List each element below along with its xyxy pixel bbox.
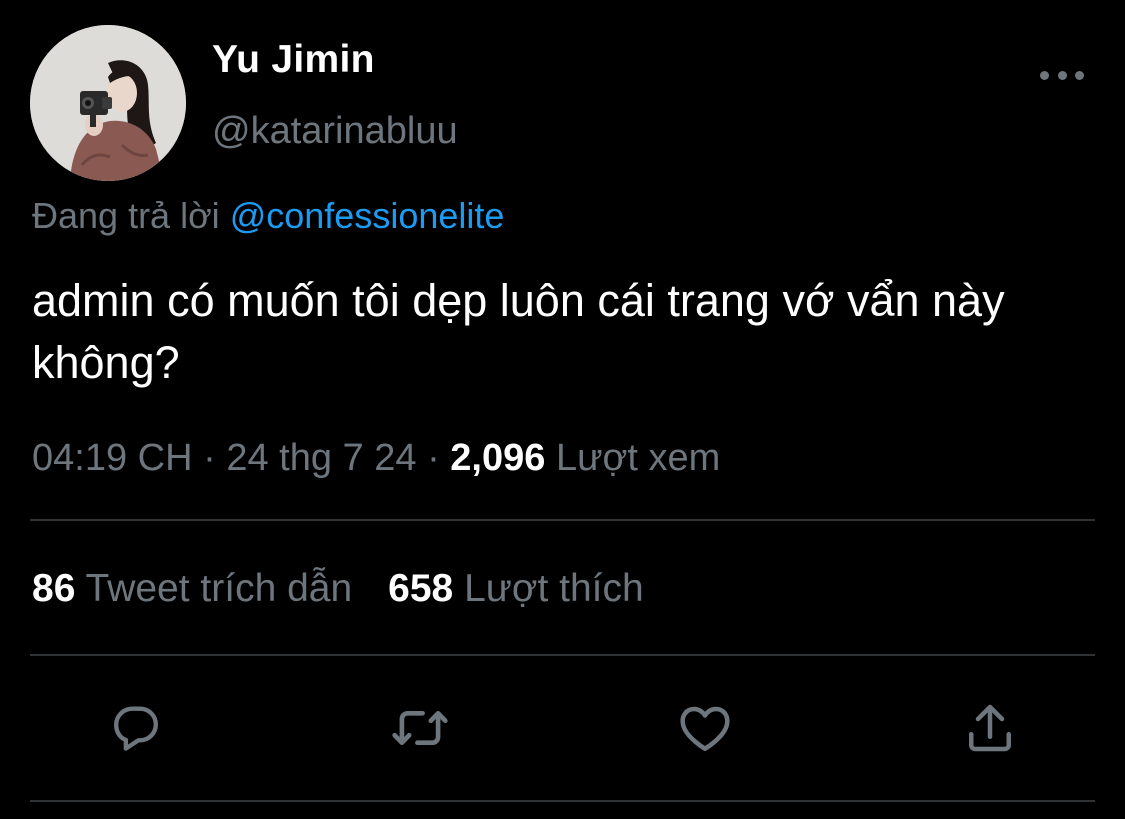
more-horizontal-icon-dot bbox=[1057, 70, 1067, 80]
tweet-time[interactable]: 04:19 CH bbox=[32, 437, 193, 479]
retweet-icon bbox=[392, 710, 448, 746]
tweet-date[interactable]: 24 thg 7 24 bbox=[226, 437, 416, 479]
likes-stat[interactable]: 658 Lượt thích bbox=[388, 567, 644, 610]
more-horizontal-icon-dot bbox=[1075, 70, 1084, 80]
author-display-name[interactable]: Yu Jimin bbox=[212, 38, 375, 82]
replying-to-mention[interactable]: @confessionelite bbox=[230, 195, 505, 236]
views-label: Lượt xem bbox=[555, 437, 721, 479]
views-count: 2,096 bbox=[450, 437, 546, 479]
reply-button[interactable] bbox=[104, 696, 168, 760]
likes-label: Lượt thích bbox=[464, 567, 644, 610]
quote-tweets-count: 86 bbox=[32, 567, 76, 610]
like-button[interactable] bbox=[673, 696, 737, 760]
heart-icon bbox=[680, 706, 730, 751]
tweet-detail: Yu Jimin @katarinabluu Đang trả lời @con… bbox=[0, 0, 1125, 819]
more-options-button[interactable] bbox=[1040, 60, 1084, 90]
likes-count: 658 bbox=[388, 567, 454, 610]
profile-photo bbox=[30, 25, 186, 181]
replying-to-line: Đang trả lời @confessionelite bbox=[32, 195, 504, 237]
meta-separator: · bbox=[203, 437, 216, 479]
tweet-text: admin có muốn tôi dẹp luôn cái trang vớ … bbox=[32, 275, 1005, 388]
divider bbox=[30, 654, 1095, 656]
quote-tweets-label: Tweet trích dẫn bbox=[85, 567, 353, 610]
avatar[interactable] bbox=[30, 25, 186, 181]
retweet-button[interactable] bbox=[388, 696, 452, 760]
divider bbox=[30, 800, 1095, 802]
meta-separator: · bbox=[427, 437, 440, 479]
reply-icon bbox=[114, 706, 158, 751]
author-handle[interactable]: @katarinabluu bbox=[212, 110, 458, 153]
divider bbox=[30, 519, 1095, 521]
share-button[interactable] bbox=[958, 696, 1022, 760]
share-icon bbox=[969, 704, 1011, 752]
quote-tweets-stat[interactable]: 86 Tweet trích dẫn bbox=[32, 567, 352, 610]
replying-to-label: Đang trả lời bbox=[32, 195, 220, 236]
more-horizontal-icon bbox=[1040, 70, 1049, 80]
engagement-stats: 86 Tweet trích dẫn 658 Lượt thích bbox=[32, 567, 644, 611]
tweet-meta: 04:19 CH · 24 thg 7 24 · 2,096 Lượt xem bbox=[32, 437, 720, 480]
